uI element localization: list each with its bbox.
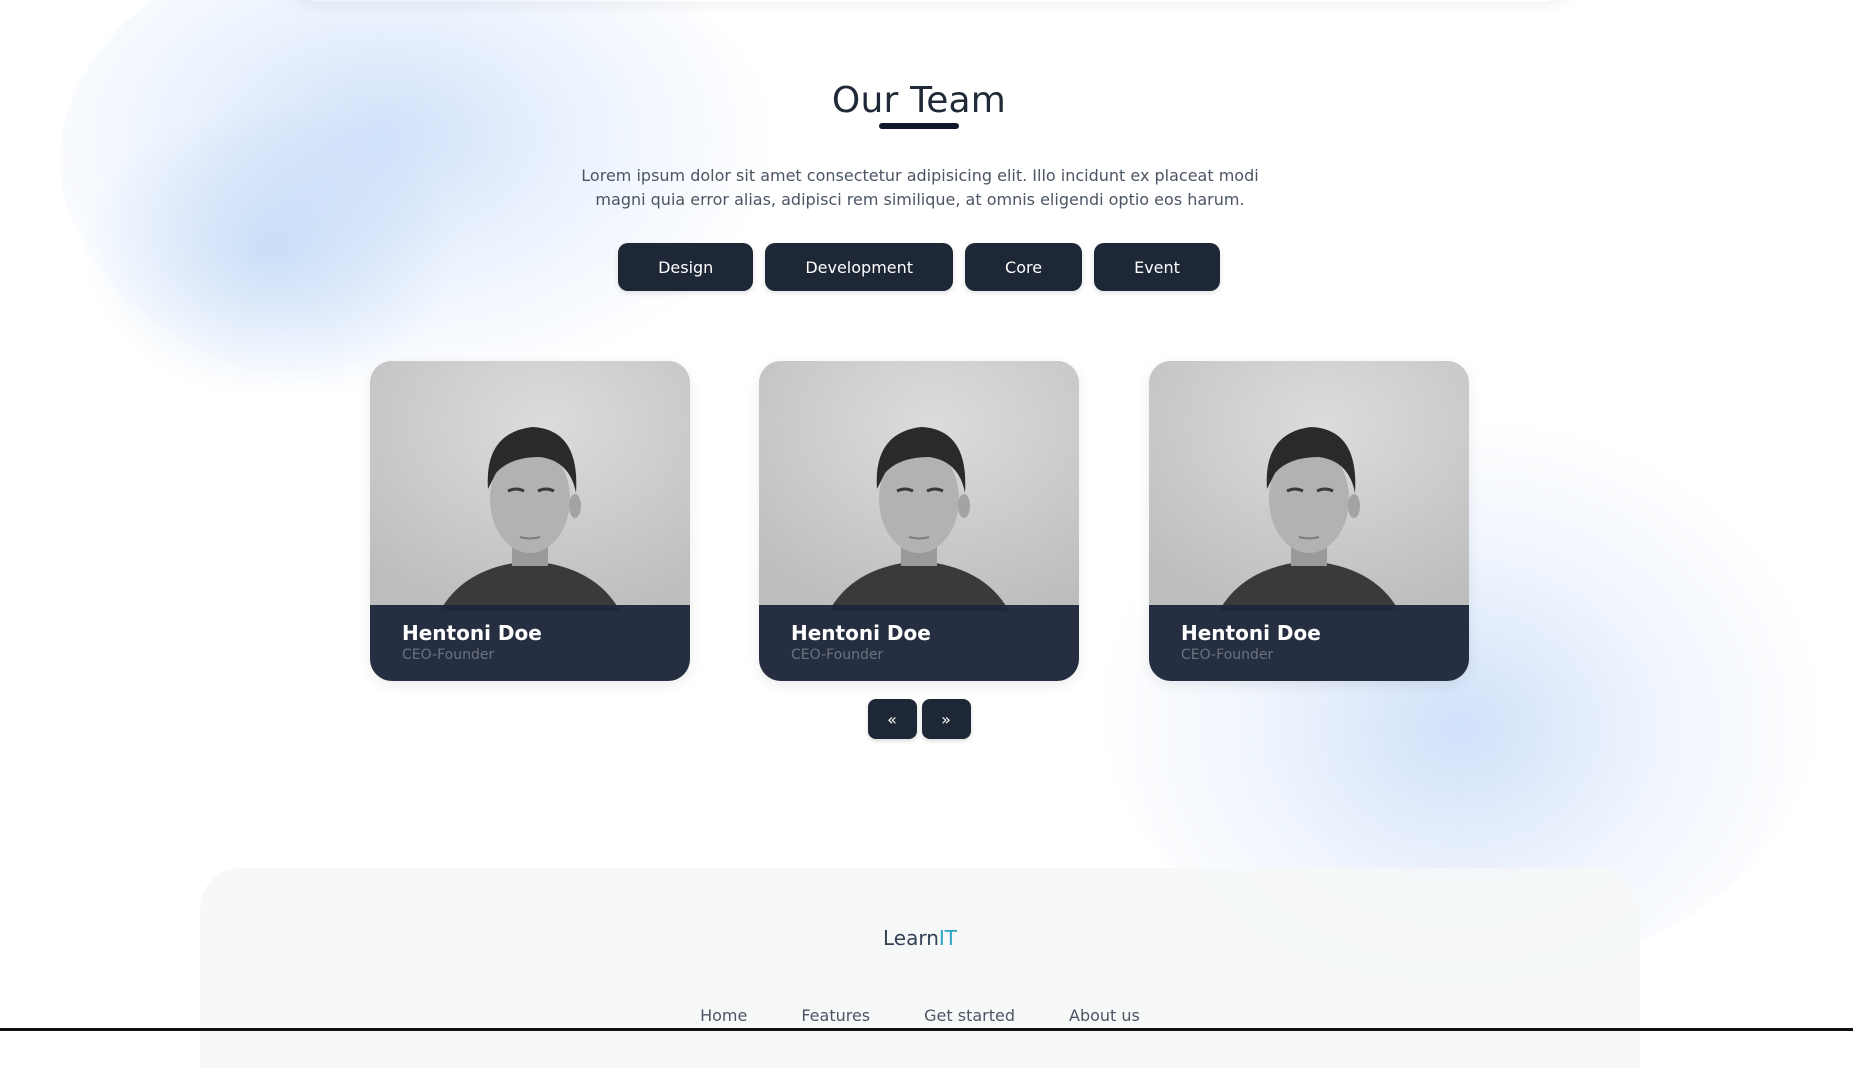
member-role: CEO-Founder [791, 647, 884, 663]
team-card[interactable]: Hentoni Doe CEO-Founder [370, 361, 690, 681]
footer-link-home[interactable]: Home [700, 1006, 747, 1025]
footer-nav: Home Features Get started About us [200, 1006, 1640, 1025]
team-card[interactable]: Hentoni Doe CEO-Founder [759, 361, 1079, 681]
brand-name: Learn [882, 926, 939, 950]
footer-link-get-started[interactable]: Get started [924, 1006, 1015, 1025]
footer-link-about-us[interactable]: About us [1069, 1006, 1140, 1025]
filter-event-button[interactable]: Event [1094, 243, 1220, 291]
filter-core-button[interactable]: Core [965, 243, 1083, 291]
member-role: CEO-Founder [1181, 647, 1274, 663]
next-button[interactable]: » [921, 699, 971, 739]
team-filter-bar: Design Development Core Event [0, 243, 1838, 291]
member-photo [759, 361, 1079, 611]
footer-logo[interactable]: LearnIT [200, 926, 1640, 950]
team-card[interactable]: Hentoni Doe CEO-Founder [1149, 361, 1469, 681]
member-name: Hentoni Doe [791, 621, 931, 645]
title-underline [879, 123, 959, 129]
filter-development-button[interactable]: Development [765, 243, 954, 291]
page-title: Our Team [831, 80, 1007, 121]
carousel-pager: « » [0, 699, 1838, 739]
section-heading: Our Team [0, 80, 1838, 129]
member-photo [370, 361, 690, 611]
member-name: Hentoni Doe [402, 621, 542, 645]
previous-button[interactable]: « [867, 699, 917, 739]
member-name: Hentoni Doe [1181, 621, 1321, 645]
brand-accent: IT [938, 926, 958, 950]
filter-design-button[interactable]: Design [618, 243, 754, 291]
footer-link-features[interactable]: Features [801, 1006, 870, 1025]
member-info: Hentoni Doe CEO-Founder [370, 605, 690, 681]
member-role: CEO-Founder [402, 647, 495, 663]
member-info: Hentoni Doe CEO-Founder [759, 605, 1079, 681]
member-photo [1149, 361, 1469, 611]
footer: LearnIT Home Features Get started About … [200, 868, 1640, 1068]
member-info: Hentoni Doe CEO-Founder [1149, 605, 1469, 681]
section-description: Lorem ipsum dolor sit amet consectetur a… [581, 166, 1259, 209]
header-shadow [280, 0, 1580, 2]
